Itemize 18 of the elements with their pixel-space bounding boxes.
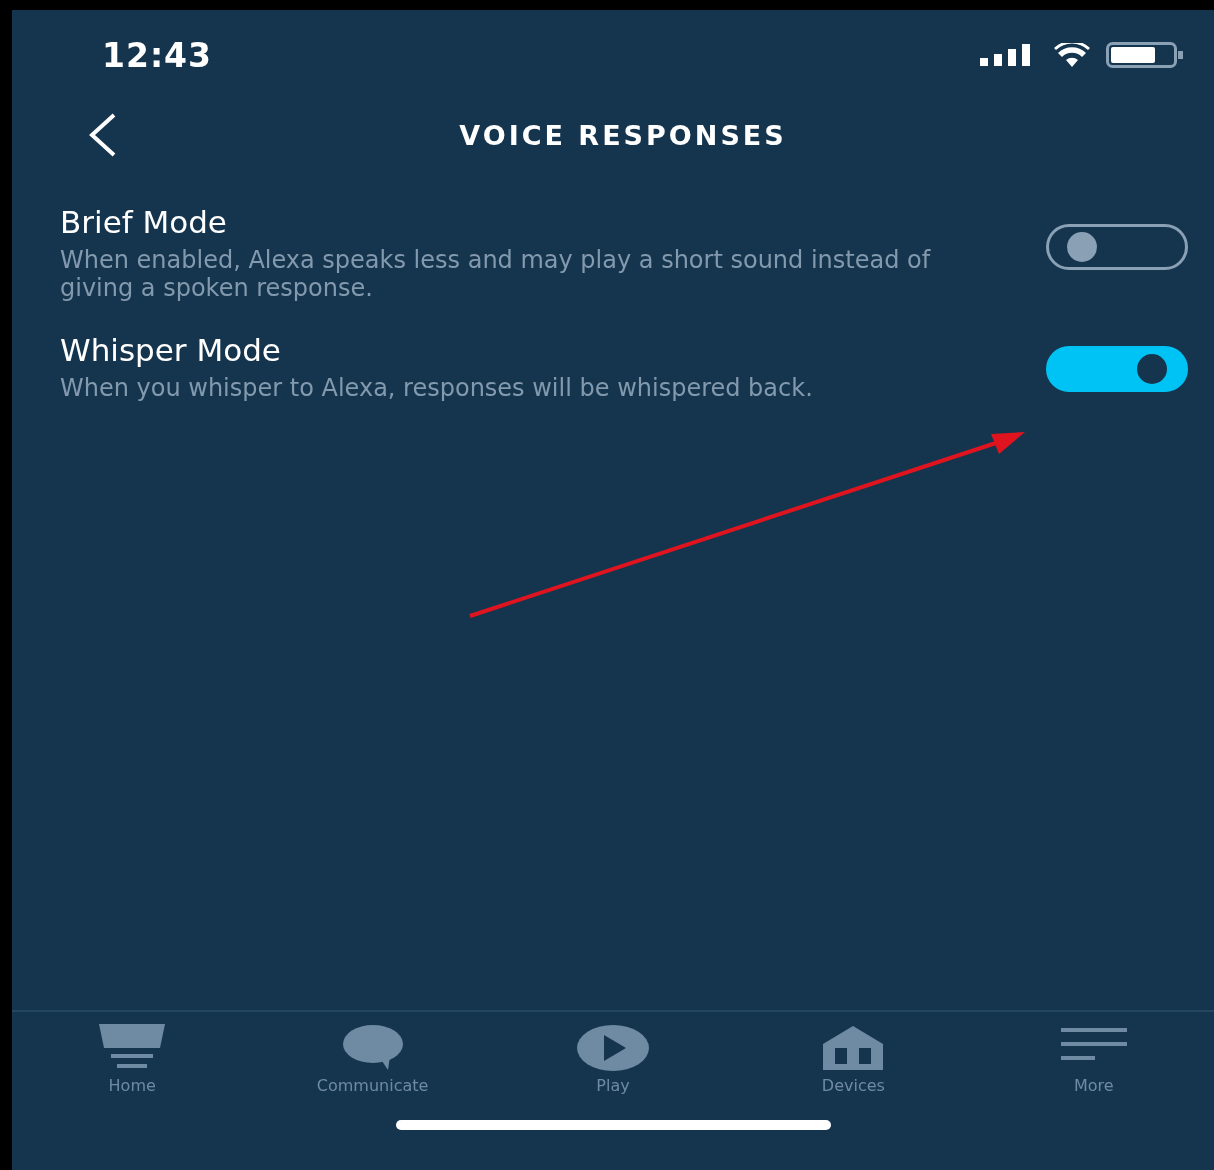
setting-description: When enabled, Alexa speaks less and may play a short sound instead of giving a spoken response. [60,246,932,302]
toggle-switch[interactable] [1046,346,1188,392]
setting-title: Brief Mode [60,204,228,240]
wifi-icon [1054,43,1090,67]
toggle-switch[interactable] [1046,224,1188,270]
house-icon [823,1024,884,1072]
speech-bubble-icon [341,1024,404,1072]
setting-title: Whisper Mode [60,332,282,368]
tab-bar-item[interactable]: Home [32,1024,233,1110]
tab-bar-item[interactable]: Devices [753,1024,954,1110]
play-icon [575,1024,650,1072]
setting-description: When you whisper to Alexa, responses will be whispered back. [60,374,813,402]
battery-icon [1106,42,1186,68]
tab-bar-item[interactable]: Play [512,1024,713,1110]
tab-bar-item[interactable]: Communicate [272,1024,473,1110]
status-time: 12:43 [102,35,213,75]
page-title: VOICE RESPONSES [458,119,787,151]
tab-bar-item[interactable]: More [993,1024,1194,1110]
